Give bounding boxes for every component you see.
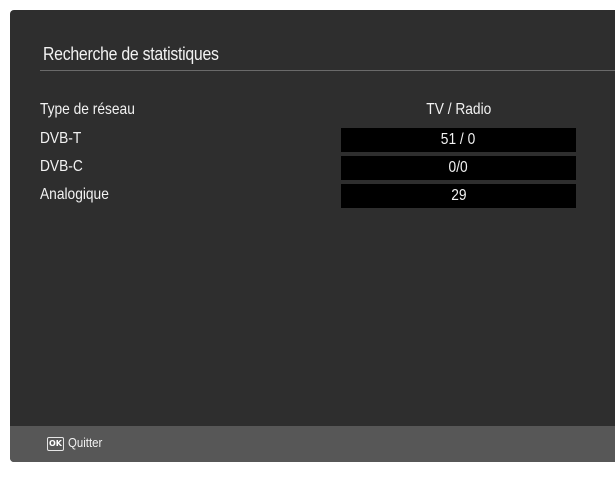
dvb-t-value-text: 51 / 0 bbox=[441, 131, 476, 148]
dvb-c-label: DVB-C bbox=[40, 158, 83, 175]
quit-label[interactable]: Quitter bbox=[68, 435, 102, 450]
title-divider bbox=[40, 70, 615, 71]
dvb-t-value: 51 / 0 bbox=[341, 128, 576, 152]
analogique-value-text: 29 bbox=[450, 187, 467, 204]
analogique-label: Analogique bbox=[40, 186, 109, 203]
tv-radio-header-text: TV / Radio bbox=[425, 101, 492, 118]
table-row: DVB-T 51 / 0 bbox=[10, 128, 615, 152]
network-type-header: Type de réseau bbox=[40, 101, 135, 118]
dvb-c-value: 0/0 bbox=[341, 156, 576, 180]
ok-key-icon[interactable]: OK bbox=[47, 437, 64, 451]
statistics-dialog: Recherche de statistiques Type de réseau… bbox=[10, 10, 615, 462]
dvb-t-label: DVB-T bbox=[40, 130, 82, 147]
analogique-value: 29 bbox=[341, 184, 576, 208]
table-header-row: Type de réseau TV / Radio bbox=[10, 99, 615, 121]
footer-bar: OK Quitter bbox=[10, 426, 615, 462]
dialog-title: Recherche de statistiques bbox=[43, 44, 219, 64]
table-row: DVB-C 0/0 bbox=[10, 156, 615, 180]
dvb-c-value-text: 0/0 bbox=[448, 159, 469, 176]
table-row: Analogique 29 bbox=[10, 184, 615, 208]
tv-radio-header: TV / Radio bbox=[341, 101, 576, 119]
